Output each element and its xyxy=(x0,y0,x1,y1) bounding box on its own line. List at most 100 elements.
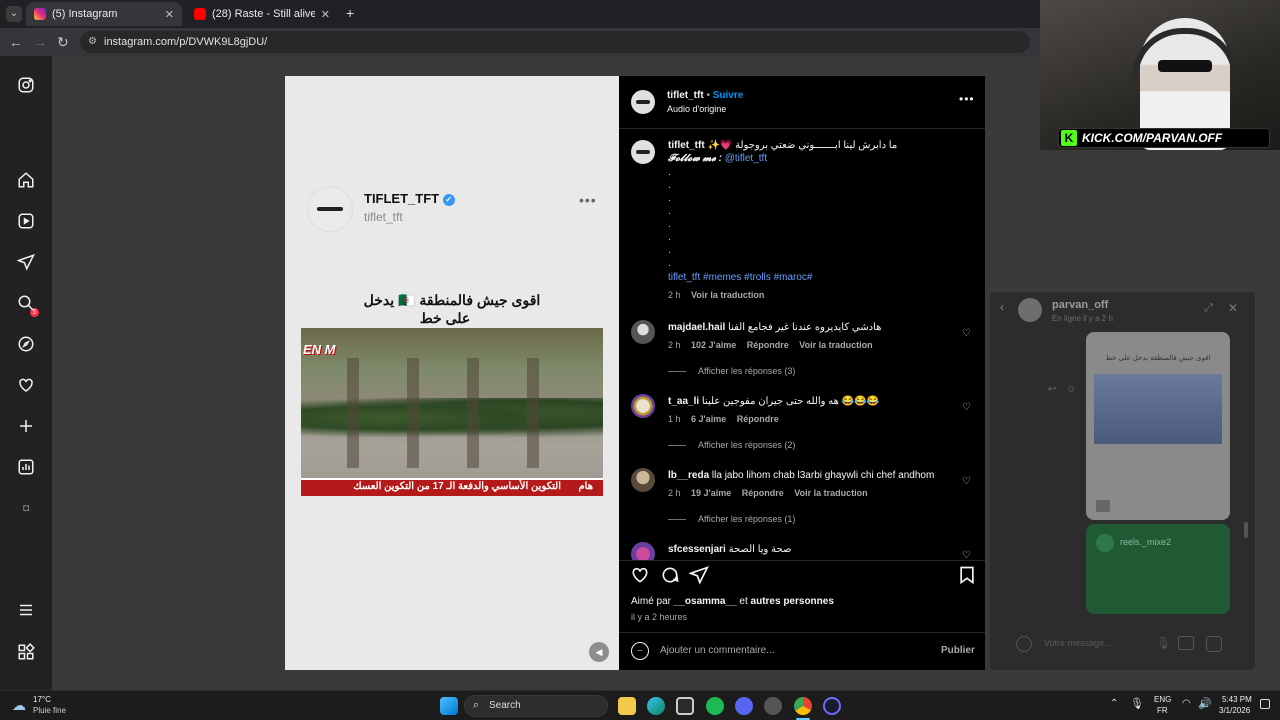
shared-reel[interactable]: اقوى جيش فالمنطقة يدخل على خط xyxy=(1086,332,1230,520)
caption-tags[interactable]: tiflet_tft #memes #trolls #maroc# xyxy=(668,272,973,283)
comment-reply-button[interactable]: Répondre xyxy=(742,488,784,498)
share-icon[interactable] xyxy=(688,565,709,590)
post-options-icon[interactable]: ••• xyxy=(959,92,975,106)
notifications-icon[interactable] xyxy=(16,376,36,396)
home-icon[interactable] xyxy=(16,171,36,191)
chat-scrollbar[interactable] xyxy=(1244,522,1248,538)
emoji-icon[interactable]: ⌣ xyxy=(631,642,649,660)
taskbar-search[interactable]: ⌕ Search xyxy=(464,695,608,717)
header-avatar[interactable] xyxy=(631,90,655,114)
comment-like-icon[interactable]: ♡ xyxy=(962,328,971,339)
comment-avatar[interactable] xyxy=(631,468,655,492)
comment-avatar[interactable] xyxy=(631,542,655,560)
comment-translate[interactable]: Voir la traduction xyxy=(799,340,872,350)
caption-translate[interactable]: Voir la traduction xyxy=(691,290,764,300)
shared-post-user[interactable]: reels._mixe2 xyxy=(1120,537,1171,547)
header-audio[interactable]: Audio d'origine xyxy=(667,104,726,114)
comment-input[interactable]: Ajouter un commentaire... xyxy=(660,645,775,656)
tab-search-button[interactable]: ⌄ xyxy=(6,6,22,22)
clock-time[interactable]: 5:43 PM xyxy=(1222,695,1252,704)
show-replies-button[interactable]: Afficher les réponses (2) xyxy=(668,440,795,450)
chat-message-input[interactable]: Votre message... xyxy=(1044,638,1112,648)
video-frame[interactable]: EN M هام التكوين الأساسي والدفعة الـ 17 … xyxy=(301,328,603,496)
reply-icon[interactable]: ↩ xyxy=(1048,384,1056,395)
create-icon[interactable] xyxy=(16,417,36,437)
meta-apps-icon[interactable] xyxy=(16,643,36,663)
search-icon[interactable] xyxy=(16,294,36,314)
mic-tray-icon[interactable]: 🎙 xyxy=(1130,697,1144,710)
file-explorer-icon[interactable] xyxy=(618,697,636,715)
comment-likes[interactable]: 102 J'aime xyxy=(691,340,736,350)
comment-icon[interactable] xyxy=(660,565,680,590)
chat-close-icon[interactable]: ✕ xyxy=(1228,301,1238,315)
chat-avatar[interactable] xyxy=(1018,298,1042,322)
caption-username[interactable]: tiflet_tft xyxy=(668,140,705,151)
mute-button[interactable]: ◀ xyxy=(589,642,609,662)
comment-likes[interactable]: 6 J'aime xyxy=(691,414,726,424)
show-replies-button[interactable]: Afficher les réponses (3) xyxy=(668,366,795,376)
dashboard-icon[interactable] xyxy=(16,458,36,478)
post-media[interactable]: TIFLET_TFT ✓ tiflet_tft ••• اقوى جيش فال… xyxy=(285,76,619,670)
chat-expand-icon[interactable]: ⤢ xyxy=(1204,302,1213,315)
chrome-icon[interactable] xyxy=(794,697,812,715)
comment-like-icon[interactable]: ♡ xyxy=(962,476,971,487)
address-bar[interactable]: ⚙ instagram.com/p/DVWK9L8gjDU/ xyxy=(80,31,1030,53)
edge-icon[interactable] xyxy=(647,697,665,715)
forward-icon[interactable]: → xyxy=(33,34,47,50)
media-more-icon[interactable]: ••• xyxy=(579,192,597,208)
wifi-icon[interactable]: ◠ xyxy=(1182,698,1191,709)
chat-emoji-icon[interactable] xyxy=(1016,636,1032,652)
comment-like-icon[interactable]: ♡ xyxy=(962,402,971,413)
like-icon[interactable] xyxy=(630,565,650,590)
notification-center-icon[interactable] xyxy=(1260,699,1270,709)
caption-avatar[interactable] xyxy=(631,140,655,164)
comment-username[interactable]: t_aa_li xyxy=(668,396,699,407)
store-icon[interactable] xyxy=(676,697,694,715)
new-tab-button[interactable]: + xyxy=(346,5,354,21)
instagram-logo-icon[interactable] xyxy=(16,76,36,96)
show-replies-button[interactable]: Afficher les réponses (1) xyxy=(668,514,795,524)
back-icon[interactable]: ← xyxy=(9,34,23,50)
liked-by-others[interactable]: autres personnes xyxy=(751,596,834,607)
weather-icon[interactable]: ☁ xyxy=(12,697,26,714)
comment-username[interactable]: lb__reda xyxy=(668,470,709,481)
header-username[interactable]: tiflet_tft xyxy=(667,90,704,101)
comment-reply-button[interactable]: Répondre xyxy=(737,414,779,424)
chat-back-icon[interactable]: ‹ xyxy=(1000,300,1004,314)
lang-bottom[interactable]: FR xyxy=(1157,706,1168,715)
site-info-icon[interactable]: ⚙ xyxy=(88,31,97,53)
publish-button[interactable]: Publier xyxy=(941,645,975,656)
comment-avatar[interactable] xyxy=(631,320,655,344)
chat-image-icon[interactable] xyxy=(1178,636,1194,650)
caption-mention[interactable]: @tiflet_tft xyxy=(725,153,767,164)
reels-icon[interactable] xyxy=(16,212,36,232)
comment-avatar[interactable] xyxy=(631,394,655,418)
comment-translate[interactable]: Voir la traduction xyxy=(794,488,867,498)
react-icon[interactable]: ☺ xyxy=(1066,384,1076,395)
comment-likes[interactable]: 19 J'aime xyxy=(691,488,731,498)
lang-top[interactable]: ENG xyxy=(1154,695,1171,704)
obs-icon[interactable] xyxy=(823,697,841,715)
threads-icon[interactable]: ◘ xyxy=(16,499,36,519)
chat-mic-icon[interactable]: 🎙 xyxy=(1156,636,1171,650)
volume-icon[interactable]: 🔊 xyxy=(1198,697,1212,710)
settings-icon[interactable] xyxy=(764,697,782,715)
comment-reply-button[interactable]: Répondre xyxy=(747,340,789,350)
explore-icon[interactable] xyxy=(16,335,36,355)
tab-instagram[interactable]: (5) Instagram ✕ xyxy=(26,2,182,26)
tab-close-icon[interactable]: ✕ xyxy=(321,8,330,21)
start-icon[interactable] xyxy=(440,697,458,715)
reload-icon[interactable]: ↻ xyxy=(57,34,69,51)
tab-youtube[interactable]: (28) Raste - Still alive (Official ly ✕ xyxy=(186,2,338,26)
liked-by-user[interactable]: __osamma__ xyxy=(674,596,737,607)
tab-close-icon[interactable]: ✕ xyxy=(165,8,174,21)
discord-icon[interactable] xyxy=(735,697,753,715)
clock-date[interactable]: 3/1/2026 xyxy=(1219,706,1250,715)
save-icon[interactable] xyxy=(957,565,977,590)
chat-username[interactable]: parvan_off xyxy=(1052,299,1108,311)
messages-icon[interactable] xyxy=(16,253,36,273)
tray-chevron-icon[interactable]: ⌃ xyxy=(1110,698,1118,709)
comment-like-icon[interactable]: ♡ xyxy=(962,550,971,560)
more-icon[interactable] xyxy=(16,601,36,621)
chat-sticker-icon[interactable] xyxy=(1206,636,1222,652)
